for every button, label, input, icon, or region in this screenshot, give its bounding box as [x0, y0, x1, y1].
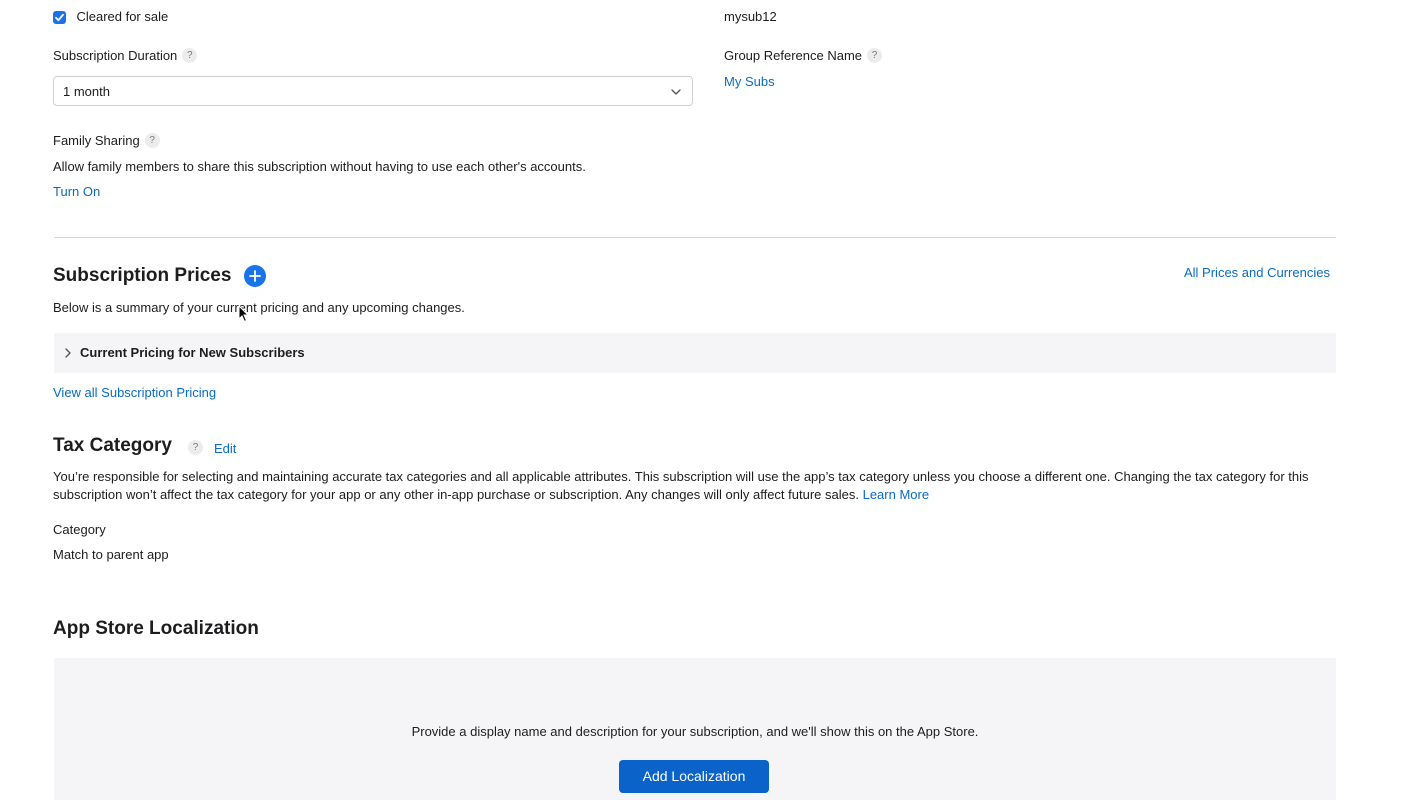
help-icon[interactable]: ?: [182, 48, 198, 64]
family-sharing-label: Family Sharing: [53, 133, 140, 148]
family-sharing-label-row: Family Sharing?: [53, 132, 160, 150]
subscription-prices-title: Subscription Prices: [53, 265, 232, 286]
prices-summary-text: Below is a summary of your current prici…: [53, 300, 465, 315]
duration-label: Subscription Duration: [53, 48, 178, 63]
tax-description: You’re responsible for selecting and mai…: [53, 468, 1343, 504]
accordion-title: Current Pricing for New Subscribers: [80, 345, 305, 360]
localization-title: App Store Localization: [53, 618, 259, 639]
cleared-for-sale-row[interactable]: Cleared for sale: [53, 8, 168, 26]
view-all-pricing-link[interactable]: View all Subscription Pricing: [53, 384, 216, 402]
current-pricing-accordion[interactable]: Current Pricing for New Subscribers: [54, 333, 1336, 373]
help-icon[interactable]: ?: [867, 48, 883, 64]
checkmark-icon: [55, 13, 64, 21]
chevron-right-icon: [65, 348, 71, 358]
group-ref-label: Group Reference Name: [724, 48, 863, 63]
cleared-for-sale-checkbox[interactable]: [53, 10, 66, 24]
localization-message: Provide a display name and description f…: [411, 724, 979, 739]
duration-select-value: 1 month: [63, 84, 110, 99]
product-id-value: mysub12: [724, 9, 777, 24]
add-price-button[interactable]: [244, 265, 266, 287]
edit-tax-category-link[interactable]: Edit: [214, 440, 236, 458]
mouse-cursor-icon: [238, 305, 250, 323]
chevron-down-icon: [671, 89, 681, 95]
add-localization-button[interactable]: Add Localization: [619, 760, 769, 793]
help-icon[interactable]: ?: [144, 133, 160, 149]
tax-category-title: Tax Category: [53, 435, 172, 456]
cleared-for-sale-label: Cleared for sale: [76, 9, 169, 24]
duration-select[interactable]: 1 month: [53, 76, 693, 106]
localization-panel: Provide a display name and description f…: [54, 658, 1336, 800]
turn-on-family-sharing-link[interactable]: Turn On: [53, 183, 100, 201]
group-ref-label-row: Group Reference Name?: [724, 47, 883, 65]
section-divider: [54, 237, 1336, 238]
help-icon[interactable]: ?: [188, 440, 203, 455]
family-sharing-description: Allow family members to share this subsc…: [53, 159, 586, 174]
category-label: Category: [53, 522, 106, 537]
plus-icon: [249, 270, 261, 282]
duration-label-row: Subscription Duration?: [53, 47, 198, 65]
category-value: Match to parent app: [53, 547, 169, 562]
tax-description-text: You’re responsible for selecting and mai…: [53, 469, 1309, 502]
all-prices-link[interactable]: All Prices and Currencies: [1184, 264, 1330, 282]
learn-more-link[interactable]: Learn More: [863, 487, 929, 502]
group-ref-link[interactable]: My Subs: [724, 73, 775, 91]
